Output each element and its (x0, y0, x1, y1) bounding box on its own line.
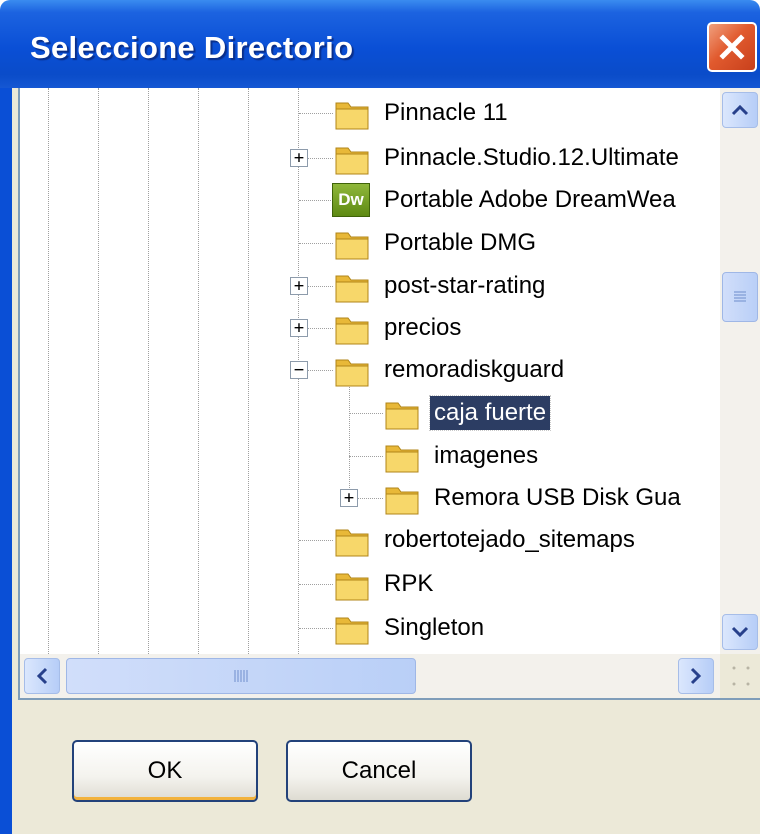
grip-icon (734, 291, 746, 302)
chevron-left-icon (36, 667, 48, 685)
tree-connector (299, 243, 333, 244)
tree-connector (299, 200, 333, 201)
chevron-right-icon (690, 667, 702, 685)
tree-item[interactable]: Singleton (332, 608, 488, 648)
tree-item[interactable]: Pinnacle.Studio.12.Ultimate (332, 138, 683, 178)
folder-icon (385, 402, 419, 430)
expand-toggle[interactable]: + (340, 489, 358, 507)
tree-connector (308, 158, 333, 159)
tree-item-label: RPK (384, 570, 434, 597)
tree-connector (349, 380, 350, 498)
folder-icon (335, 232, 369, 260)
vertical-scrollbar[interactable] (720, 88, 760, 654)
tree-item[interactable]: precios (332, 308, 465, 348)
expand-toggle[interactable]: + (290, 277, 308, 295)
directory-tree[interactable]: + + + − + Pinnacle 11 Pinnacle.Studio.12… (18, 88, 760, 700)
tree-guide-line (148, 88, 149, 654)
folder-icon (385, 445, 419, 473)
scroll-down-button[interactable] (722, 614, 758, 650)
folder-icon (335, 102, 369, 130)
tree-connector (299, 113, 333, 114)
chevron-down-icon (731, 626, 749, 638)
tree-item-selected[interactable]: caja fuerte (382, 393, 552, 433)
scroll-right-button[interactable] (678, 658, 714, 694)
tree-item[interactable]: Dw Portable Adobe DreamWea (332, 180, 680, 220)
folder-icon (385, 487, 419, 515)
folder-icon (335, 275, 369, 303)
scroll-left-button[interactable] (24, 658, 60, 694)
tree-connector (349, 456, 383, 457)
window-title: Seleccione Directorio (30, 30, 354, 65)
close-button[interactable] (707, 22, 757, 72)
tree-connector (299, 584, 333, 585)
resize-grip[interactable] (720, 654, 760, 698)
tree-connector (308, 286, 333, 287)
tree-item-label: Pinnacle 11 (384, 99, 508, 126)
folder-icon (335, 573, 369, 601)
ok-button[interactable]: OK (72, 740, 258, 802)
folder-icon (335, 359, 369, 387)
window-left-border (0, 88, 12, 834)
tree-item-label: caja fuerte (428, 395, 552, 431)
resize-grip-icon (732, 666, 750, 686)
tree-guide-line (248, 88, 249, 654)
scroll-up-button[interactable] (722, 92, 758, 128)
tree-item-label: remoradiskguard (384, 356, 565, 383)
tree-item[interactable]: imagenes (382, 436, 542, 476)
folder-icon (335, 529, 369, 557)
expand-toggle[interactable]: + (290, 149, 308, 167)
vertical-scroll-thumb[interactable] (722, 272, 758, 322)
tree-item[interactable]: robertotejado_sitemaps (332, 520, 639, 560)
tree-item-label: Pinnacle.Studio.12.Ultimate (384, 144, 679, 171)
collapse-toggle[interactable]: − (290, 361, 308, 379)
tree-item[interactable]: Pinnacle 11 (332, 93, 512, 133)
tree-guide-line (198, 88, 199, 654)
chevron-up-icon (731, 104, 749, 116)
tree-connector (299, 628, 333, 629)
cancel-button[interactable]: Cancel (286, 740, 472, 802)
grip-icon (234, 670, 248, 682)
tree-item-label: post-star-rating (384, 272, 546, 299)
tree-guide-line (48, 88, 49, 654)
tree-item-label: Remora USB Disk Gua (434, 484, 681, 511)
folder-icon (335, 617, 369, 645)
tree-connector (308, 370, 333, 371)
tree-item-label: imagenes (434, 442, 539, 469)
tree-connector (358, 498, 383, 499)
tree-item-label: Portable Adobe DreamWea (384, 186, 676, 213)
tree-content: + + + − + Pinnacle 11 Pinnacle.Studio.12… (20, 88, 720, 654)
expand-toggle[interactable]: + (290, 319, 308, 337)
tree-connector (299, 540, 333, 541)
horizontal-scrollbar[interactable] (20, 654, 720, 698)
folder-icon (335, 147, 369, 175)
tree-connector (308, 328, 333, 329)
folder-icon (335, 317, 369, 345)
tree-item-label: precios (384, 314, 462, 341)
tree-item[interactable]: post-star-rating (332, 266, 549, 306)
dreamweaver-icon: Dw (332, 183, 370, 217)
tree-item[interactable]: Remora USB Disk Gua (382, 478, 685, 518)
tree-item[interactable]: remoradiskguard (332, 350, 568, 390)
tree-item-label: Singleton (384, 614, 485, 641)
tree-item-label: robertotejado_sitemaps (384, 526, 635, 553)
tree-item[interactable]: Portable DMG (332, 223, 540, 263)
horizontal-scroll-thumb[interactable] (66, 658, 416, 694)
close-icon (719, 34, 745, 60)
tree-guide-line (98, 88, 99, 654)
tree-item[interactable]: RPK (332, 564, 437, 604)
tree-item-label: Portable DMG (384, 229, 537, 256)
select-directory-dialog: Seleccione Directorio + + + − + Pinnacle… (0, 0, 760, 834)
tree-connector (349, 413, 383, 414)
title-bar[interactable]: Seleccione Directorio (0, 0, 760, 88)
